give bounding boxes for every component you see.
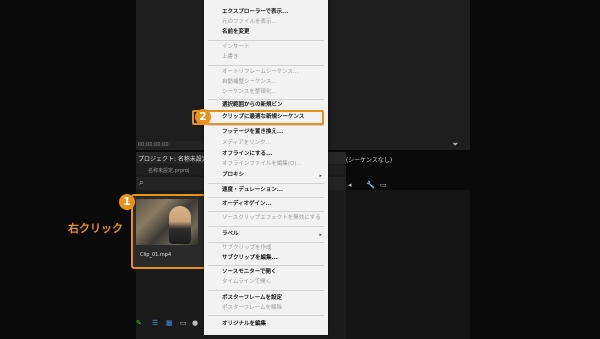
menu-item-label[interactable]: ラベル xyxy=(222,231,239,238)
submenu-arrow-icon: ▸ xyxy=(319,173,322,179)
menu-item-speed-duration[interactable]: 速度・デュレーション... xyxy=(222,187,283,194)
menu-item-replace-footage[interactable]: フッテージを置き換え... xyxy=(222,129,283,136)
menu-separator xyxy=(208,226,324,227)
freeform-view-icon[interactable]: ▭ xyxy=(180,318,187,328)
menu-item-audio-gain[interactable]: オーディオゲイン... xyxy=(222,201,272,208)
menu-separator xyxy=(208,99,324,100)
menu-item-proxy[interactable]: プロキシ xyxy=(222,172,244,179)
menu-separator xyxy=(208,211,324,212)
menu-item-show-in-explorer[interactable]: エクスプローラーで表示... xyxy=(222,9,288,16)
step-badge-2: 2 xyxy=(195,109,211,125)
menu-item-insert[interactable]: インサート xyxy=(222,44,250,51)
right-click-label: 右クリック xyxy=(68,222,123,235)
project-panel-title[interactable]: プロジェクト: 名称未設定 xyxy=(138,154,208,163)
filter-icon[interactable]: ⏷ xyxy=(452,140,458,150)
menu-item-set-poster-frame[interactable]: ポスターフレームを設定 xyxy=(222,295,282,302)
menu-separator xyxy=(208,265,324,266)
menu-separator xyxy=(208,315,324,316)
menu-item-tidy-sequence[interactable]: シーケンスを整頓化... xyxy=(222,89,276,96)
menu-separator xyxy=(208,242,324,243)
menu-separator xyxy=(208,125,324,126)
menu-item-new-bin-from-selection[interactable]: 選択範囲からの新規ビン xyxy=(222,102,283,109)
program-toolbar: ◂ 🔧 ▭ xyxy=(348,180,408,190)
marker-icon[interactable]: ◂ xyxy=(348,180,352,190)
step-badge-1: 1 xyxy=(119,194,135,210)
menu-item-open-in-source-monitor[interactable]: ソースモニターで開く xyxy=(222,269,276,276)
export-frame-icon[interactable]: ▭ xyxy=(380,180,387,190)
submenu-arrow-icon: ▸ xyxy=(319,232,322,238)
menu-item-make-offline[interactable]: オフラインにする... xyxy=(222,151,272,158)
menu-item-disable-source-effects[interactable]: ソースクリップエフェクトを無効にする xyxy=(222,215,321,222)
menu-item-rename[interactable]: 名前を変更 xyxy=(222,29,250,36)
menu-separator xyxy=(208,197,324,198)
menu-separator xyxy=(208,290,324,291)
list-view-icon[interactable]: ☰ xyxy=(152,318,158,328)
search-icon[interactable]: ⌕ xyxy=(139,179,143,187)
menu-item-open-in-timeline[interactable]: タイムラインで開く xyxy=(222,279,271,286)
menu-item-link-media[interactable]: メディアをリンク... xyxy=(222,140,271,147)
menu-item-overwrite[interactable]: 上書き xyxy=(222,54,239,61)
menu-item-reveal-original[interactable]: 元のファイルを表示... xyxy=(222,19,277,26)
clip-thumbnail-subject xyxy=(169,206,191,244)
menu-item-edit-offline-file[interactable]: オフラインファイルを編集(O)... xyxy=(222,161,302,168)
menu-item-clear-poster-frame[interactable]: ポスターフレームを解除 xyxy=(222,305,282,312)
wrench-icon[interactable]: 🔧 xyxy=(366,180,375,190)
context-menu: エクスプローラーで表示... 元のファイルを表示... 名前を変更 インサート … xyxy=(204,0,328,335)
menu-item-edit-original[interactable]: オリジナルを編集 xyxy=(222,321,266,328)
menu-item-highlight xyxy=(192,110,324,125)
icon-view-icon[interactable]: ▦ xyxy=(166,318,173,328)
pencil-icon[interactable]: ✎ xyxy=(136,318,142,328)
source-timecode: 00:00:00:00 xyxy=(138,142,169,148)
menu-separator xyxy=(208,183,324,184)
menu-item-auto-adjust-sequence[interactable]: 自動補整シーケンス... xyxy=(222,79,276,86)
zoom-slider-icon[interactable]: ● xyxy=(192,318,198,328)
program-monitor xyxy=(315,0,470,150)
project-file-name: 名称未設定.prproj xyxy=(148,168,190,174)
menu-separator xyxy=(208,40,324,41)
project-toolbar: ✎ ☰ ▦ ▭ ● xyxy=(136,318,206,332)
menu-item-make-subclip[interactable]: サブクリップを作成 xyxy=(222,245,272,252)
clip-name: Clip_01.mp4 xyxy=(140,252,172,258)
menu-separator xyxy=(208,65,324,66)
menu-item-auto-reframe[interactable]: オートリフレームシーケンス... xyxy=(222,69,298,76)
menu-item-edit-subclip[interactable]: サブクリップを編集... xyxy=(222,255,278,262)
